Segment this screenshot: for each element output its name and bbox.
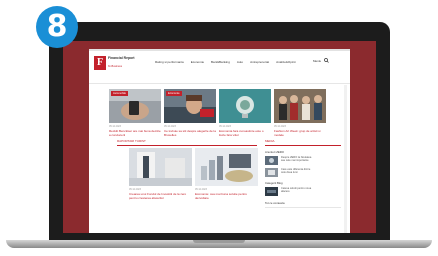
nav-item-banking[interactable]: Bani&Banking [211,60,230,64]
featured-article-2[interactable] [195,148,258,186]
sidebar-thumbnail [265,168,278,177]
hero-headline[interactable]: Ce trebuie sa stii despre alegerile de l… [164,129,216,137]
featured-section-rule [117,145,257,146]
site-logo-mark[interactable]: F [94,56,106,70]
featured-image-money-chart [195,148,258,186]
sidebar-label-announcements: Anunturi ZERO [265,150,284,154]
hero-image-group-photo [274,89,326,123]
header-tools: Meniu [313,58,329,63]
search-icon[interactable] [324,58,329,63]
sidebar-item-text: Cateva solutii pentru noua afacere [281,187,312,194]
sidebar-item-1[interactable]: Despre ZERO la Noutatea sau cele mai imp… [265,156,315,165]
featured-meta: 05.12.2023 [129,188,141,191]
hero-meta: 05.12.2023 [274,125,286,128]
header-divider [89,83,350,84]
hero-meta: 05.12.2023 [109,125,121,128]
site-logo-title[interactable]: Financial Report [108,56,135,60]
sidebar-item-2[interactable]: Care este diferenta dintre cele doua lum… [265,168,315,177]
main-navigation: Rating si performanta Economie Bani&Bank… [155,60,296,64]
site-logo-subtitle: fin.Business [108,65,122,68]
hero-category-badge[interactable]: Automobile [111,91,128,96]
featured-image-business-meeting [129,148,192,186]
featured-headline[interactable]: Economie: cea mai buna solutie pentru de… [195,192,257,200]
hero-article-1[interactable]: Automobile [109,89,161,123]
sidebar-section-rule [265,145,341,146]
hero-headline[interactable]: Reckitt Benckiser are mai buna decizie a… [109,129,161,137]
site-header: F Financial Report fin.Business Rating s… [89,51,350,83]
laptop-screen: F Financial Report fin.Business Rating s… [63,41,376,233]
laptop-notch [193,240,245,243]
nav-item-analize[interactable]: Analize&Opinii [276,60,296,64]
sidebar-item-3[interactable]: Cateva solutii pentru noua afacere [265,187,315,196]
hero-category-badge[interactable]: Economie [166,91,182,96]
hero-headline[interactable]: Economia fara cunoastinte este o iluzie … [219,129,271,137]
website-page: F Financial Report fin.Business Rating s… [89,49,350,233]
featured-article-1[interactable] [129,148,192,186]
hero-meta: 05.12.2023 [164,125,176,128]
hero-article-4[interactable] [274,89,326,123]
sidebar-thumbnail [265,187,278,196]
sidebar-section-title: MEDIA [265,139,275,143]
featured-section-title: RAPORTARI TURIST [117,139,146,143]
featured-meta: 05.12.2023 [195,188,207,191]
sidebar-item-text: Despre ZERO la Noutatea sau cele mai imp… [281,156,312,163]
hero-headline[interactable]: Fashion Art Week: grup de artisti si mod… [274,129,326,137]
page-scrollbar[interactable] [344,85,347,233]
nav-item-rating[interactable]: Rating si performanta [155,60,184,64]
sidebar-label-categories: Categorii Blog [265,181,283,185]
hero-meta: 05.12.2023 [219,125,231,128]
sidebar-divider [265,207,341,208]
menu-label[interactable]: Meniu [313,59,321,63]
step-number-badge: 8 [36,6,78,48]
hero-image-globe-bulb [219,89,271,123]
nav-item-auto[interactable]: Auto [237,60,243,64]
sidebar-thumbnail [265,156,278,165]
hero-article-2[interactable]: Economie [164,89,216,123]
featured-headline[interactable]: Crearea unui Fondul de Investitii de la … [129,192,191,200]
nav-item-economie[interactable]: Economie [191,60,204,64]
nav-item-antreprenoriat[interactable]: Antreprenoriat [250,60,269,64]
sidebar-label-everything: Tot ce conteaza [265,201,285,205]
sidebar-item-text: Care este diferenta dintre cele doua lum… [281,168,311,175]
hero-article-3[interactable] [219,89,271,123]
